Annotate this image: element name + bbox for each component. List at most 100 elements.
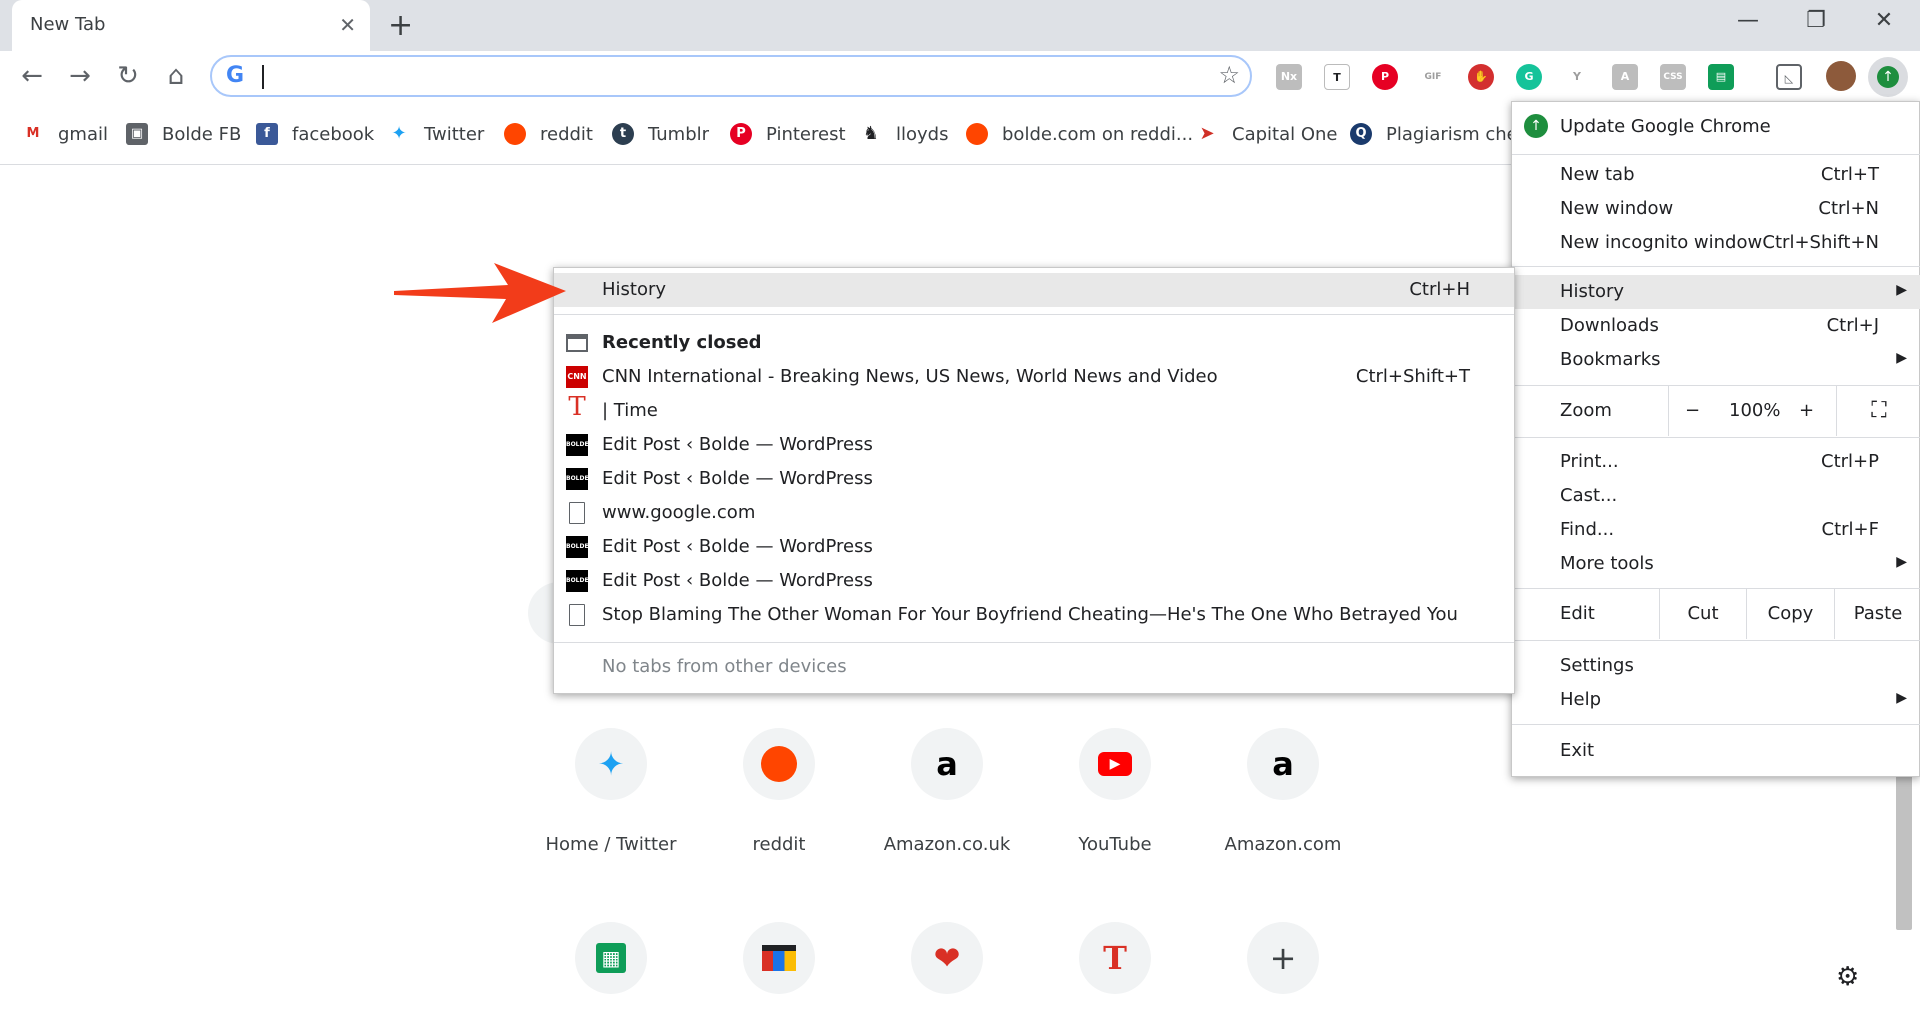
bookmark-tumblr[interactable]: t Tumblr bbox=[612, 121, 709, 147]
bookmark-lloyds[interactable]: ♞ lloyds bbox=[860, 121, 948, 147]
menu-item-cast[interactable]: Cast... bbox=[1512, 479, 1920, 513]
customize-gear-icon[interactable]: ⚙ bbox=[1836, 962, 1859, 992]
history-submenu: History Ctrl+H Recently closed CNN CNN I… bbox=[553, 267, 1515, 694]
tab-close-icon[interactable]: ✕ bbox=[339, 13, 356, 37]
bookmark-facebook[interactable]: f facebook bbox=[256, 121, 374, 147]
tile-label: YouTube bbox=[1078, 834, 1152, 855]
recently-closed-item[interactable]: BOLDE Edit Post ‹ Bolde — WordPress bbox=[554, 564, 1514, 598]
menu-label: Edit Post ‹ Bolde — WordPress bbox=[602, 434, 873, 455]
bookmark-capital-one[interactable]: ➤ Capital One bbox=[1196, 121, 1338, 147]
recently-closed-item[interactable]: T | Time bbox=[554, 394, 1514, 428]
recently-closed-item[interactable]: CNN CNN International - Breaking News, U… bbox=[554, 360, 1514, 394]
menu-item-settings[interactable]: Settings bbox=[1512, 649, 1920, 683]
shortcut-tile[interactable]: reddit bbox=[695, 728, 863, 855]
menu-item-history[interactable]: History ▶ bbox=[1512, 275, 1920, 309]
shortcut-tile[interactable]: ❤ bbox=[863, 922, 1031, 994]
recently-closed-item[interactable]: BOLDE Edit Post ‹ Bolde — WordPress bbox=[554, 428, 1514, 462]
scrollbar[interactable] bbox=[1896, 760, 1912, 930]
id-extension-icon[interactable]: ▤ bbox=[1708, 64, 1734, 90]
menu-item-new-incognito[interactable]: New incognito window Ctrl+Shift+N bbox=[1512, 226, 1920, 260]
grammarly-extension-icon[interactable]: G bbox=[1516, 64, 1542, 90]
twitter-icon: ✦ bbox=[388, 123, 410, 145]
bookmark-twitter[interactable]: ✦ Twitter bbox=[388, 121, 484, 147]
menu-item-bookmarks[interactable]: Bookmarks ▶ bbox=[1512, 343, 1920, 377]
cast-icon[interactable]: ◺ bbox=[1776, 64, 1802, 90]
zoom-out-button[interactable]: − bbox=[1685, 386, 1700, 436]
back-icon[interactable]: ← bbox=[16, 61, 48, 91]
css-extension-icon[interactable]: CSS bbox=[1660, 64, 1686, 90]
bookmark-label: Twitter bbox=[424, 123, 485, 145]
zoom-in-button[interactable]: + bbox=[1799, 386, 1814, 436]
adblock-extension-icon[interactable]: ✋ bbox=[1468, 64, 1494, 90]
chrome-menu-button[interactable]: ↑ bbox=[1868, 57, 1908, 97]
bookmark-star-icon[interactable]: ☆ bbox=[1218, 61, 1240, 89]
close-window-icon[interactable]: ✕ bbox=[1864, 8, 1904, 33]
bolde-icon: BOLDE bbox=[566, 434, 589, 456]
minimize-icon[interactable]: — bbox=[1728, 8, 1768, 33]
menu-label: Cast... bbox=[1560, 485, 1618, 506]
recently-closed-item[interactable]: Stop Blaming The Other Woman For Your Bo… bbox=[554, 598, 1514, 632]
address-input[interactable] bbox=[268, 63, 1168, 89]
menu-label: Edit bbox=[1560, 603, 1595, 624]
nx-extension-icon[interactable]: Nx bbox=[1276, 64, 1302, 90]
shortcut-tile[interactable]: a Amazon.com bbox=[1199, 728, 1367, 855]
menu-item-new-tab[interactable]: New tab Ctrl+T bbox=[1512, 158, 1920, 192]
divider bbox=[554, 642, 1514, 643]
menu-item-exit[interactable]: Exit bbox=[1512, 734, 1920, 768]
pinterest-extension-icon[interactable]: P bbox=[1372, 64, 1398, 90]
copy-button[interactable]: Copy bbox=[1746, 589, 1834, 639]
menu-item-more-tools[interactable]: More tools ▶ bbox=[1512, 547, 1920, 581]
menu-label: www.google.com bbox=[602, 502, 756, 523]
recently-closed-item[interactable]: BOLDE Edit Post ‹ Bolde — WordPress bbox=[554, 462, 1514, 496]
shortcut-tile[interactable]: ▦ bbox=[527, 922, 695, 994]
recently-closed-item[interactable]: BOLDE Edit Post ‹ Bolde — WordPress bbox=[554, 530, 1514, 564]
forward-icon[interactable]: → bbox=[64, 61, 96, 91]
bookmark-plagiarism[interactable]: Q Plagiarism chec bbox=[1350, 121, 1528, 147]
divider bbox=[554, 314, 1514, 315]
reload-icon[interactable]: ↻ bbox=[112, 61, 144, 91]
home-icon[interactable]: ⌂ bbox=[160, 61, 192, 91]
omnibox[interactable]: G ☆ bbox=[210, 55, 1252, 97]
history-item[interactable]: History Ctrl+H bbox=[554, 273, 1514, 307]
menu-label: Edit Post ‹ Bolde — WordPress bbox=[602, 536, 873, 557]
shortcut-tile[interactable]: ▶ YouTube bbox=[1031, 728, 1199, 855]
avatar[interactable] bbox=[1826, 61, 1856, 91]
menu-item-help[interactable]: Help ▶ bbox=[1512, 683, 1920, 717]
gif-extension-icon[interactable]: GIF bbox=[1420, 64, 1446, 90]
bookmark-gmail[interactable]: Mgmail bbox=[22, 121, 108, 147]
recently-closed-item[interactable]: www.google.com bbox=[554, 496, 1514, 530]
menu-item-downloads[interactable]: Downloads Ctrl+J bbox=[1512, 309, 1920, 343]
pdf-extension-icon[interactable]: A bbox=[1612, 64, 1638, 90]
bookmark-label: reddit bbox=[540, 123, 593, 145]
menu-item-print[interactable]: Print... Ctrl+P bbox=[1512, 445, 1920, 479]
menu-label: History bbox=[1560, 281, 1625, 302]
cut-button[interactable]: Cut bbox=[1659, 589, 1746, 639]
paste-button[interactable]: Paste bbox=[1834, 589, 1920, 639]
menu-item-new-window[interactable]: New window Ctrl+N bbox=[1512, 192, 1920, 226]
tab-strip: New Tab ✕ + — ❐ ✕ bbox=[0, 0, 1920, 51]
restore-icon[interactable]: ❐ bbox=[1796, 8, 1836, 33]
new-tab-button[interactable]: + bbox=[388, 8, 413, 43]
bookmark-bolde-reddit[interactable]: bolde.com on reddi... bbox=[966, 121, 1193, 147]
bookmark-bolde-fb[interactable]: ▣ Bolde FB bbox=[126, 121, 241, 147]
update-chrome-item[interactable]: ↑ Update Google Chrome bbox=[1512, 106, 1920, 146]
shortcut-tile[interactable]: T bbox=[1031, 922, 1199, 994]
tab-new-tab[interactable]: New Tab ✕ bbox=[12, 0, 370, 51]
fullscreen-icon[interactable]: ⛶ bbox=[1836, 386, 1920, 436]
plant-extension-icon[interactable]: Y bbox=[1564, 64, 1590, 90]
shortcut-tile[interactable]: a Amazon.co.uk bbox=[863, 728, 1031, 855]
bookmark-reddit[interactable]: reddit bbox=[504, 121, 593, 147]
recently-closed-heading[interactable]: Recently closed bbox=[554, 326, 1514, 360]
menu-item-find[interactable]: Find... Ctrl+F bbox=[1512, 513, 1920, 547]
shortcut-tile[interactable]: ✦ Home / Twitter bbox=[527, 728, 695, 855]
divider bbox=[1512, 437, 1920, 438]
shortcut-tile[interactable] bbox=[695, 922, 863, 994]
add-shortcut-tile[interactable]: + bbox=[1199, 922, 1367, 994]
t-extension-icon[interactable]: T bbox=[1324, 64, 1350, 90]
divider bbox=[1512, 154, 1920, 155]
menu-label: New incognito window bbox=[1560, 232, 1763, 253]
bookmark-label: facebook bbox=[292, 123, 375, 145]
bookmark-pinterest[interactable]: P Pinterest bbox=[730, 121, 846, 147]
reddit-icon bbox=[743, 728, 815, 800]
youtube-icon: ▶ bbox=[1079, 728, 1151, 800]
